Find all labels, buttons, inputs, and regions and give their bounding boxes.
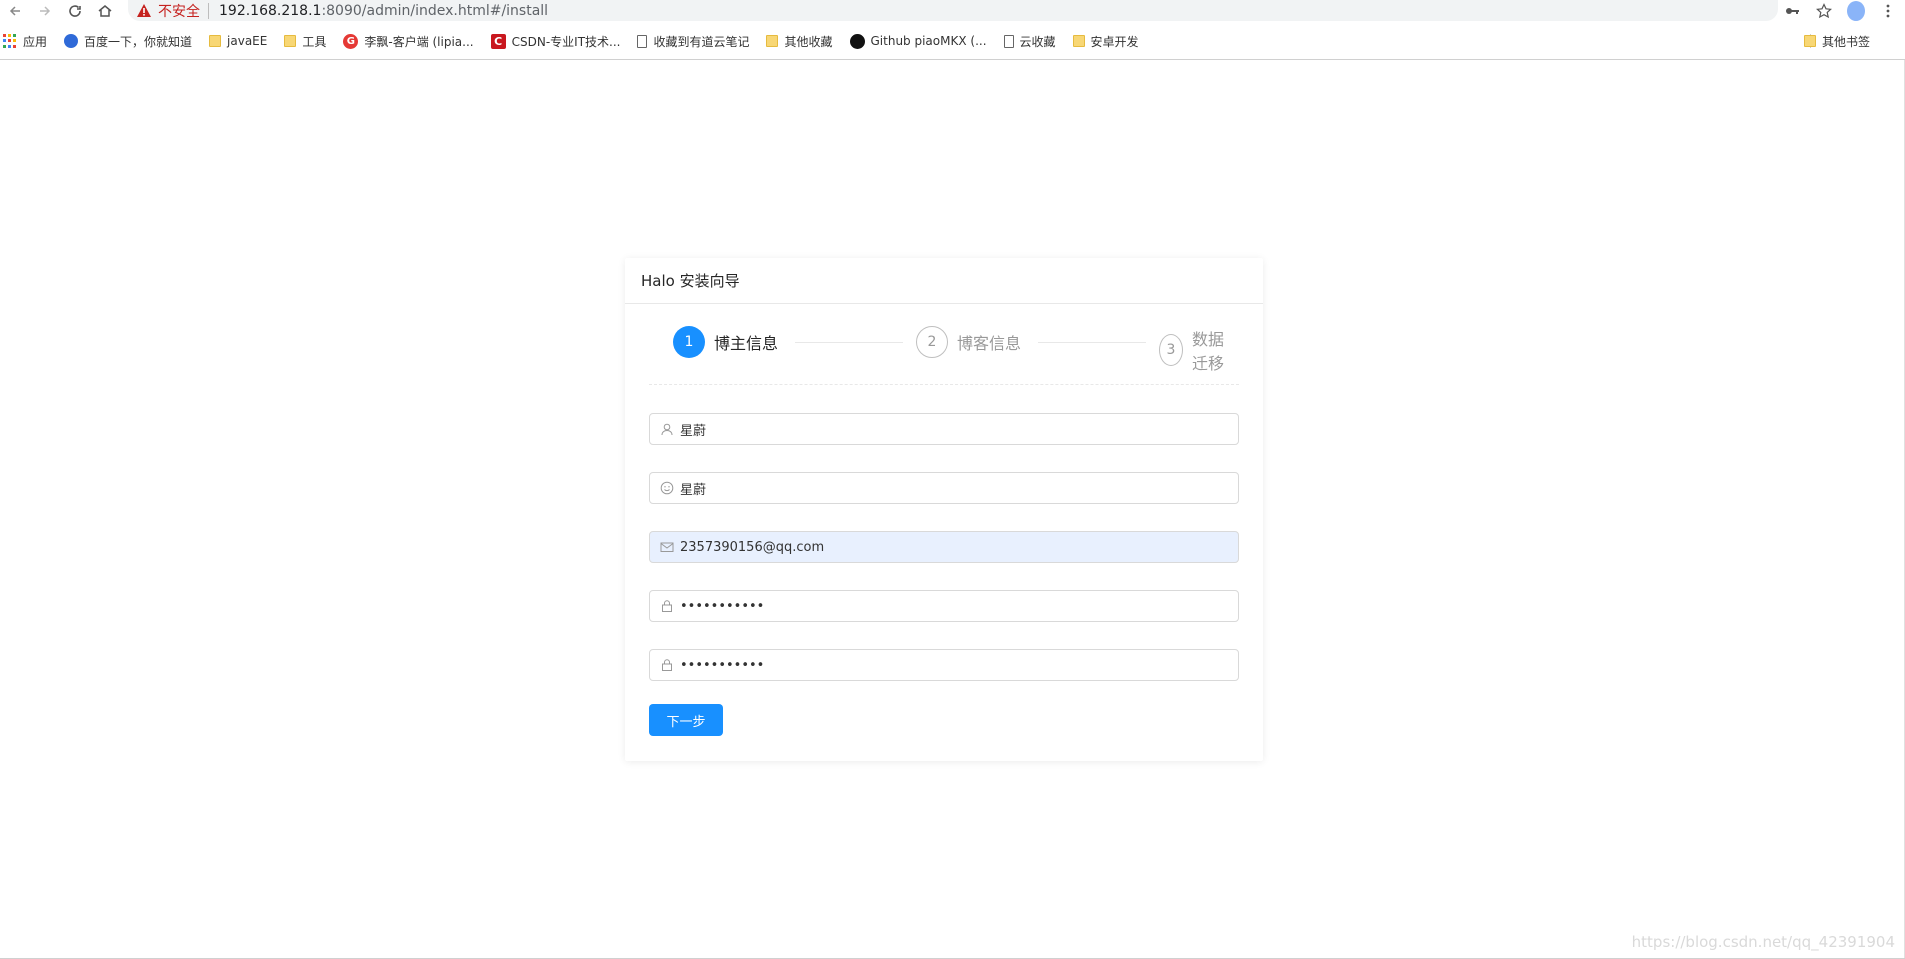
bookmark-github[interactable]: Github piaoMKX (... — [849, 33, 987, 49]
step-2[interactable]: 2 博客信息 — [916, 326, 1021, 358]
arrow-right-icon — [40, 5, 51, 16]
warning-icon — [137, 3, 151, 17]
folder-icon — [1803, 35, 1816, 47]
mail-icon — [660, 540, 674, 554]
more-vertical-icon — [1886, 4, 1890, 17]
password-field[interactable] — [649, 590, 1239, 622]
home-icon — [98, 4, 112, 17]
bookmark-cloud[interactable]: 云收藏 — [1003, 33, 1056, 50]
bookmark-javaee[interactable]: javaEE — [209, 34, 267, 48]
smile-icon — [660, 481, 674, 495]
nickname-input[interactable] — [680, 480, 1220, 496]
bookmark-label: Github piaoMKX (... — [870, 34, 987, 48]
step-connector — [1038, 342, 1146, 343]
apps-grid-icon — [3, 34, 17, 48]
email-field[interactable] — [649, 531, 1239, 563]
bookmark-csdn[interactable]: C CSDN-专业IT技术... — [490, 33, 621, 50]
browser-toolbar: 不安全 192.168.218.1 :8090/admin/index.html… — [0, 0, 1905, 21]
step-title: 数据迁移 — [1192, 330, 1225, 373]
steps-divider — [649, 384, 1239, 385]
bookmark-label: javaEE — [227, 34, 268, 48]
username-field[interactable] — [649, 413, 1239, 445]
bookmark-label: 云收藏 — [1019, 34, 1056, 49]
key-icon — [1786, 7, 1799, 14]
bookmark-star-button[interactable] — [1815, 2, 1833, 20]
wizard-title: Halo 安装向导 — [625, 258, 1263, 304]
bookmark-other-favs[interactable]: 其他收藏 — [766, 33, 833, 50]
folder-icon — [1072, 35, 1085, 47]
folder-icon — [209, 35, 222, 47]
bookmark-label: 工具 — [302, 34, 327, 49]
folder-icon — [284, 35, 297, 47]
omnibox-separator — [208, 2, 209, 19]
bookmark-label: CSDN-专业IT技术... — [511, 34, 621, 49]
wizard-steps: 1 博主信息 2 博客信息 3 数据迁移 — [649, 304, 1239, 382]
step-title: 博客信息 — [957, 334, 1022, 353]
install-wizard-card: Halo 安装向导 1 博主信息 2 博客信息 3 数据迁移 星蔚 星蔚 235… — [625, 258, 1263, 761]
step-1[interactable]: 1 博主信息 — [673, 326, 778, 358]
document-icon — [1003, 34, 1014, 48]
username-input[interactable] — [680, 421, 1220, 437]
key-button[interactable] — [1783, 2, 1801, 20]
password-input[interactable] — [680, 598, 1220, 614]
folder-icon — [766, 35, 779, 47]
document-icon — [637, 34, 648, 48]
next-step-button[interactable]: 下一步 — [649, 704, 723, 736]
reload-button[interactable] — [60, 0, 90, 21]
security-status[interactable]: 不安全 — [158, 1, 200, 21]
avatar-icon — [1847, 0, 1865, 21]
bookmark-label: 应用 — [23, 34, 48, 49]
profile-button[interactable] — [1847, 0, 1865, 21]
step-number: 1 — [673, 326, 705, 358]
back-button[interactable] — [0, 0, 30, 21]
wizard-body: 1 博主信息 2 博客信息 3 数据迁移 — [625, 304, 1263, 382]
step-number: 2 — [916, 326, 948, 358]
bookmark-apps[interactable]: 应用 — [3, 33, 47, 50]
bookmark-label: 其他书签 — [1821, 34, 1870, 49]
bookmark-android[interactable]: 安卓开发 — [1072, 33, 1139, 50]
bookmarks-bar: 应用 百度一下，你就知道 javaEE 工具 G 李飘-客户端 (lipia..… — [0, 28, 1905, 54]
watermark: https://blog.csdn.net/qq_42391904 — [1631, 933, 1895, 951]
bookmark-label: 百度一下，你就知道 — [84, 34, 193, 49]
bookmark-label: 安卓开发 — [1090, 34, 1139, 49]
menu-button[interactable] — [1879, 2, 1897, 20]
home-button[interactable] — [90, 0, 120, 21]
baidu-icon — [64, 34, 79, 48]
lock-icon — [660, 599, 674, 613]
bookmark-youdao[interactable]: 收藏到有道云笔记 — [637, 33, 749, 50]
address-bar[interactable]: 不安全 192.168.218.1 :8090/admin/index.html… — [128, 0, 1778, 21]
email-input[interactable] — [680, 539, 1220, 555]
chrome-divider — [0, 59, 1905, 60]
reload-icon — [69, 4, 81, 17]
url-host: 192.168.218.1 — [219, 2, 322, 19]
bookmark-label: 其他收藏 — [784, 34, 833, 49]
step-number: 3 — [1159, 334, 1184, 366]
toolbar-right — [1783, 0, 1905, 21]
bookmark-baidu[interactable]: 百度一下，你就知道 — [64, 33, 192, 50]
step-title: 博主信息 — [714, 334, 779, 353]
forward-button[interactable] — [30, 0, 60, 21]
bookmark-label: 李飘-客户端 (lipia... — [364, 34, 474, 49]
url-path: :8090/admin/index.html#/install — [321, 2, 549, 19]
confirm-password-field[interactable] — [649, 649, 1239, 681]
nickname-field[interactable] — [649, 472, 1239, 504]
csdn-icon: C — [490, 33, 506, 49]
bookmark-tools[interactable]: 工具 — [284, 33, 326, 50]
github-icon — [849, 33, 865, 49]
arrow-left-icon — [9, 5, 20, 16]
step-connector — [795, 342, 903, 343]
bookmark-label: 收藏到有道云笔记 — [653, 34, 750, 49]
bookmark-gitee[interactable]: G 李飘-客户端 (lipia... — [343, 33, 474, 50]
confirm-password-input[interactable] — [680, 657, 1220, 673]
gitee-icon: G — [343, 33, 359, 49]
lock-icon — [660, 658, 674, 672]
step-3[interactable]: 3 数据迁移 — [1159, 326, 1239, 374]
star-icon — [1816, 2, 1832, 18]
user-icon — [660, 422, 674, 436]
bookmark-other-bookmarks[interactable]: 其他书签 — [1803, 28, 1870, 54]
